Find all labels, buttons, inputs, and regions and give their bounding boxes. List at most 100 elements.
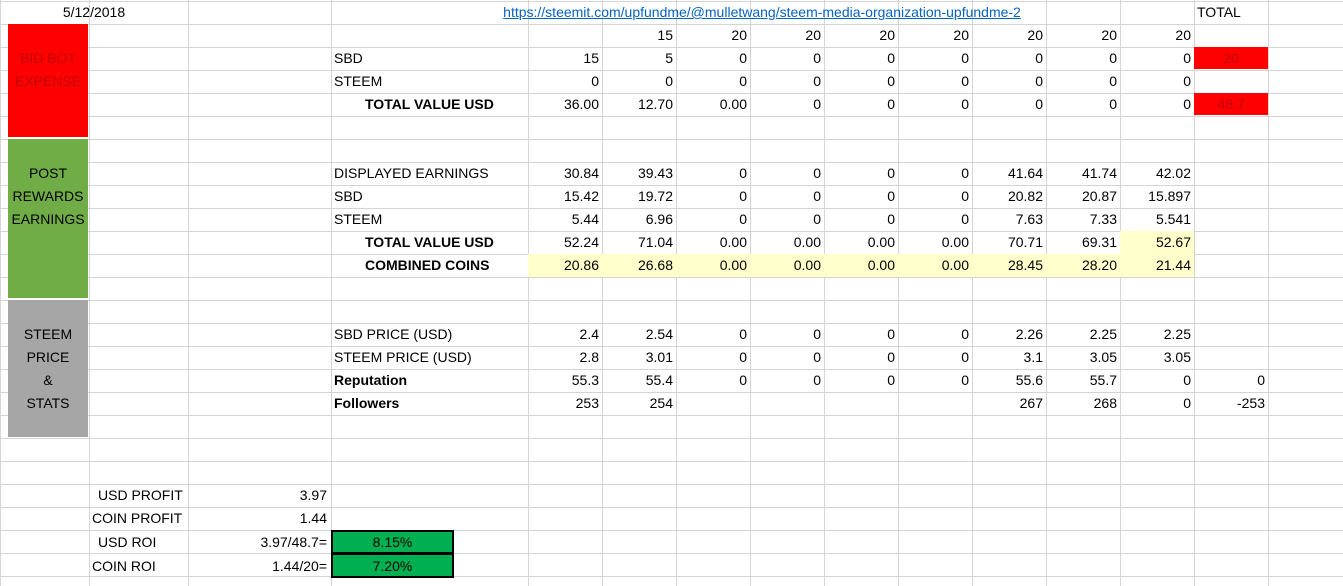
value-cell[interactable]: 55.7 (1046, 369, 1120, 392)
value-cell[interactable]: 0.00 (824, 254, 898, 277)
value-cell[interactable]: 0 (972, 47, 1046, 70)
value-cell[interactable]: 71.04 (602, 231, 676, 254)
coin-roi-label[interactable]: COIN ROI (89, 555, 187, 578)
row-label-reputation[interactable]: Reputation (331, 369, 527, 392)
value-cell[interactable]: 0.00 (750, 254, 824, 277)
value-cell[interactable]: 0 (898, 185, 972, 208)
value-cell[interactable]: 0 (750, 185, 824, 208)
value-cell[interactable]: 0 (1120, 369, 1194, 392)
value-cell[interactable]: 0 (676, 208, 750, 231)
value-cell[interactable]: 0 (1120, 392, 1194, 415)
row-label-displayed[interactable]: DISPLAYED EARNINGS (331, 162, 527, 185)
value-cell[interactable]: 20.82 (972, 185, 1046, 208)
value-cell[interactable]: 70.71 (972, 231, 1046, 254)
usd-profit-label[interactable]: USD PROFIT (95, 484, 187, 507)
value-cell[interactable]: 55.6 (972, 369, 1046, 392)
value-cell[interactable]: 0 (898, 47, 972, 70)
bid-amount-header[interactable]: 20 (1046, 24, 1120, 47)
value-cell[interactable]: 0 (898, 93, 972, 116)
value-cell[interactable]: 0 (1120, 47, 1194, 70)
value-cell[interactable]: 0 (824, 323, 898, 346)
value-cell[interactable] (824, 392, 898, 415)
value-cell[interactable]: 26.68 (602, 254, 676, 277)
value-cell[interactable]: 41.74 (1046, 162, 1120, 185)
value-cell[interactable]: 3.01 (602, 346, 676, 369)
value-cell[interactable]: 268 (1046, 392, 1120, 415)
value-cell[interactable]: 21.44 (1120, 254, 1194, 277)
date-cell[interactable]: 5/12/2018 (0, 1, 188, 24)
value-cell[interactable]: 3.05 (1120, 346, 1194, 369)
bid-amount-header[interactable]: 20 (676, 24, 750, 47)
bid-amount-header[interactable]: 20 (824, 24, 898, 47)
value-cell[interactable]: 6.96 (602, 208, 676, 231)
value-cell[interactable]: 0 (824, 369, 898, 392)
value-cell[interactable]: 20.86 (528, 254, 602, 277)
value-cell[interactable]: 0 (898, 346, 972, 369)
value-cell[interactable]: 0 (676, 185, 750, 208)
value-cell[interactable]: 0.00 (898, 254, 972, 277)
value-cell[interactable]: 39.43 (602, 162, 676, 185)
value-cell[interactable]: 28.45 (972, 254, 1046, 277)
value-cell[interactable]: 0 (750, 346, 824, 369)
value-cell[interactable]: 0 (824, 47, 898, 70)
value-cell[interactable]: 0 (750, 70, 824, 93)
row-label-sbd-price[interactable]: SBD PRICE (USD) (331, 323, 527, 346)
usd-profit-value[interactable]: 3.97 (188, 484, 330, 507)
value-cell[interactable]: 0 (824, 70, 898, 93)
value-cell[interactable]: 0 (676, 70, 750, 93)
value-cell[interactable]: 0 (898, 208, 972, 231)
value-cell[interactable] (898, 392, 972, 415)
usd-roi-formula[interactable]: 3.97/48.7= (188, 531, 330, 554)
value-cell[interactable]: 0 (602, 70, 676, 93)
value-cell[interactable]: 15 (528, 47, 602, 70)
value-cell[interactable]: 0.00 (676, 231, 750, 254)
coin-roi-result[interactable]: 7.20% (331, 555, 454, 578)
value-cell[interactable]: 0 (750, 47, 824, 70)
value-cell[interactable]: 0 (898, 323, 972, 346)
coin-roi-formula[interactable]: 1.44/20= (188, 555, 330, 578)
value-cell[interactable]: 253 (528, 392, 602, 415)
value-cell[interactable]: 0.00 (898, 231, 972, 254)
value-cell[interactable]: 0 (750, 93, 824, 116)
value-cell[interactable]: 0 (1120, 70, 1194, 93)
value-cell[interactable]: 2.25 (1046, 323, 1120, 346)
bid-amount-header[interactable]: 20 (750, 24, 824, 47)
value-cell[interactable]: 0 (898, 369, 972, 392)
row-label-followers[interactable]: Followers (331, 392, 527, 415)
value-cell[interactable]: 0 (750, 208, 824, 231)
value-cell[interactable]: 55.3 (528, 369, 602, 392)
value-cell[interactable]: 0 (824, 162, 898, 185)
value-cell[interactable]: 15.897 (1120, 185, 1194, 208)
value-cell[interactable]: 2.4 (528, 323, 602, 346)
total-cell[interactable]: 48.7 (1194, 93, 1268, 116)
value-cell[interactable]: 0 (824, 185, 898, 208)
value-cell[interactable]: 0.00 (824, 231, 898, 254)
value-cell[interactable]: 28.20 (1046, 254, 1120, 277)
total-header[interactable]: TOTAL (1194, 1, 1268, 24)
post-url-link[interactable]: https://steemit.com/upfundme/@mulletwang… (330, 1, 1194, 24)
value-cell[interactable]: 3.1 (972, 346, 1046, 369)
bid-amount-header[interactable]: 15 (602, 24, 676, 47)
value-cell[interactable]: 2.54 (602, 323, 676, 346)
value-cell[interactable]: 3.05 (1046, 346, 1120, 369)
value-cell[interactable]: 0 (1046, 47, 1120, 70)
value-cell[interactable]: 0 (528, 70, 602, 93)
coin-profit-label[interactable]: COIN PROFIT (89, 507, 187, 530)
bid-amount-header[interactable]: 20 (1120, 24, 1194, 47)
value-cell[interactable]: 7.33 (1046, 208, 1120, 231)
value-cell[interactable]: 267 (972, 392, 1046, 415)
usd-roi-result[interactable]: 8.15% (331, 531, 454, 554)
total-cell[interactable]: 20 (1194, 47, 1268, 70)
value-cell[interactable]: 2.8 (528, 346, 602, 369)
value-cell[interactable]: 254 (602, 392, 676, 415)
value-cell[interactable]: 5 (602, 47, 676, 70)
value-cell[interactable]: 0.00 (676, 93, 750, 116)
bid-amount-header[interactable]: 20 (898, 24, 972, 47)
value-cell[interactable]: 5.44 (528, 208, 602, 231)
value-cell[interactable]: 36.00 (528, 93, 602, 116)
value-cell[interactable]: 0 (676, 162, 750, 185)
value-cell[interactable]: 0 (676, 346, 750, 369)
value-cell[interactable]: 0.00 (676, 254, 750, 277)
coin-profit-value[interactable]: 1.44 (188, 507, 330, 530)
value-cell[interactable]: 0 (676, 47, 750, 70)
